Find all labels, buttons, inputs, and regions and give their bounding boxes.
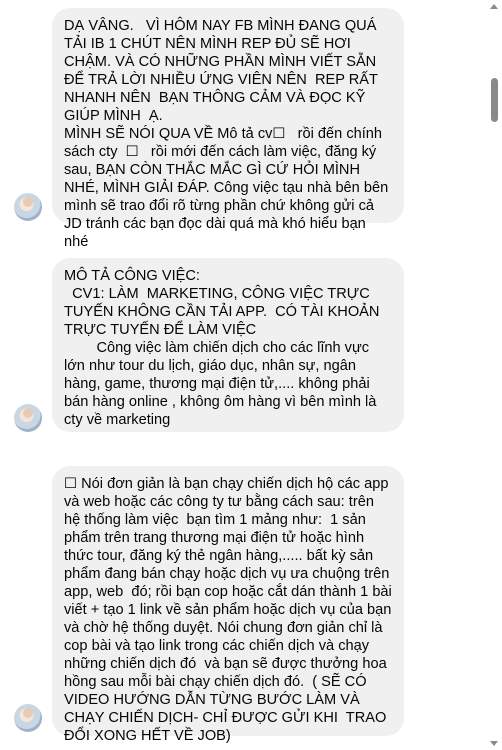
message-row: ☐ Nói đơn giản là bạn chạy chiến dịch hộ… bbox=[0, 466, 486, 744]
message-row: DẠ VÂNG. VÌ HÔM NAY FB MÌNH ĐANG QUÁ TẢI… bbox=[0, 8, 486, 250]
vertical-scrollbar[interactable] bbox=[488, 0, 500, 750]
scroll-thumb[interactable] bbox=[491, 78, 498, 122]
scroll-down-arrow-icon[interactable] bbox=[490, 741, 498, 746]
message-row: MÔ TẢ CÔNG VIỆC: CV1: LÀM MARKETING, CÔN… bbox=[0, 258, 486, 432]
message-bubble[interactable]: ☐ Nói đơn giản là bạn chạy chiến dịch hộ… bbox=[52, 466, 404, 744]
message-bubble[interactable]: DẠ VÂNG. VÌ HÔM NAY FB MÌNH ĐANG QUÁ TẢI… bbox=[52, 8, 404, 250]
message-bubble[interactable]: MÔ TẢ CÔNG VIỆC: CV1: LÀM MARKETING, CÔN… bbox=[52, 258, 404, 432]
sender-avatar[interactable] bbox=[14, 704, 42, 732]
scroll-up-arrow-icon[interactable] bbox=[490, 4, 498, 9]
message-thread: DẠ VÂNG. VÌ HÔM NAY FB MÌNH ĐANG QUÁ TẢI… bbox=[0, 0, 486, 750]
sender-avatar[interactable] bbox=[14, 404, 42, 432]
sender-avatar[interactable] bbox=[14, 193, 42, 221]
